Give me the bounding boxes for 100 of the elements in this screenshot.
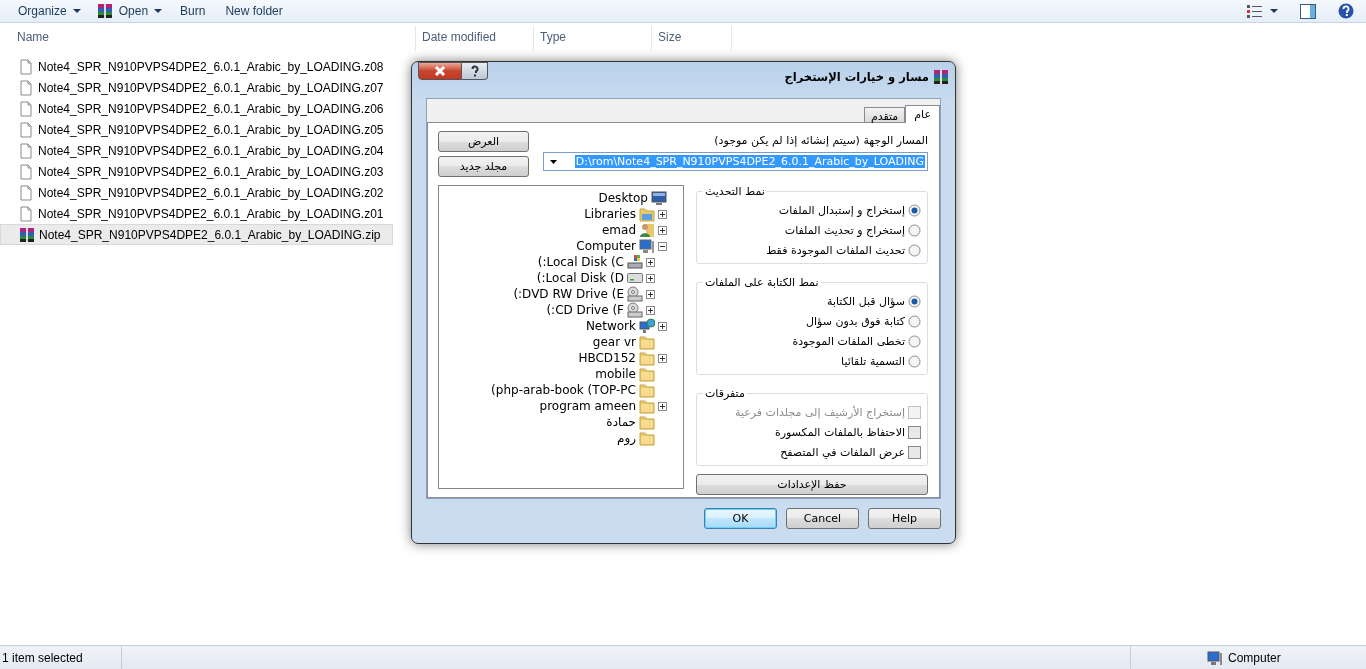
dialog-title: مسار و خيارات الإستخراج [784, 69, 929, 84]
dropdown-arrow-icon [154, 9, 163, 13]
option-label: تحديث الملفات الموجودة فقط [766, 243, 905, 257]
file-icon [18, 163, 34, 180]
field-label: المسار الوجهة (سيتم إنشائه إذا لم يكن موجود) [713, 134, 928, 147]
toolbar-button[interactable]: Burn [170, 0, 216, 22]
expand-icon[interactable] [646, 305, 655, 315]
expand-icon[interactable] [658, 225, 667, 235]
preview-pane-icon[interactable] [1300, 3, 1316, 19]
file-row[interactable]: Note4_SPR_N910PVPS4DPE2_6.0.1_Arabic_by_LOADING.z07 [0, 77, 393, 98]
drive-icon [627, 270, 643, 286]
dialog-button[interactable]: العرض [438, 131, 529, 152]
expand-icon[interactable] [658, 353, 667, 363]
tree-item[interactable]: program ameen [539, 399, 636, 413]
file-icon [18, 142, 34, 159]
toolbar-button[interactable]: Organize [10, 0, 89, 22]
status-text: 1 item selected [0, 646, 122, 669]
tree-item[interactable]: HBCD152 [578, 351, 636, 365]
file-row[interactable]: Note4_SPR_N910PVPS4DPE2_6.0.1_Arabic_by_LOADING.z01 [0, 203, 393, 224]
toolbar-button[interactable]: Open [88, 0, 171, 22]
radio-on[interactable] [908, 203, 921, 217]
tree-item[interactable]: (php-arab-book (TOP-PC [491, 383, 636, 397]
close-icon [434, 66, 446, 76]
column-header[interactable]: Size [658, 30, 682, 44]
expand-icon[interactable] [658, 321, 667, 331]
tree-item[interactable]: gear vr [592, 335, 636, 349]
file-name: Note4_SPR_N910PVPS4DPE2_6.0.1_Arabic_by_LOADING.z07 [38, 80, 384, 95]
file-row[interactable]: Note4_SPR_N910PVPS4DPE2_6.0.1_Arabic_by_LOADING.z06 [0, 98, 393, 119]
expand-icon[interactable] [658, 401, 667, 411]
help-icon [470, 65, 479, 77]
collapse-icon[interactable] [658, 241, 667, 251]
dropdown-arrow-icon [72, 9, 81, 13]
folder-icon [639, 398, 655, 414]
file-row[interactable]: Note4_SPR_N910PVPS4DPE2_6.0.1_Arabic_by_LOADING.z08 [0, 56, 393, 77]
folder-icon [639, 414, 655, 430]
save-settings-button[interactable]: حفظ الإعدادات [696, 474, 928, 495]
tree-item[interactable]: Libraries [584, 207, 636, 221]
file-row[interactable]: Note4_SPR_N910PVPS4DPE2_6.0.1_Arabic_by_LOADING.z04 [0, 140, 393, 161]
radio-off[interactable] [908, 334, 921, 348]
tree-item[interactable]: (:CD Drive (F [546, 303, 624, 317]
file-icon [18, 184, 34, 201]
dropdown-arrow-icon[interactable] [1270, 9, 1278, 13]
radio-off[interactable] [908, 354, 921, 368]
option-label: عرض الملفات في المتصفح [780, 445, 905, 459]
column-header[interactable]: Name [17, 30, 49, 44]
expand-icon[interactable] [646, 289, 655, 299]
drive-icon [627, 254, 643, 270]
tree-item[interactable]: emad [601, 223, 636, 237]
option-label: سؤال قبل الكتابة [827, 294, 905, 308]
option-label: كتابة فوق بدون سؤال [806, 314, 905, 328]
tree-item[interactable]: (:Local Disk (C [537, 255, 624, 269]
checkbox[interactable] [908, 425, 921, 439]
dialog-button[interactable]: Help [868, 508, 941, 529]
tree-item[interactable]: (:DVD RW Drive (E [513, 287, 624, 301]
archive-icon [19, 226, 35, 243]
radio-off[interactable] [908, 223, 921, 237]
file-row[interactable]: Note4_SPR_N910PVPS4DPE2_6.0.1_Arabic_by_LOADING.zip [0, 224, 393, 245]
disc-drive-icon [627, 286, 643, 302]
checkbox[interactable] [908, 445, 921, 459]
expand-icon[interactable] [658, 209, 667, 219]
computer-icon [1207, 650, 1223, 665]
dialog-button[interactable]: Cancel [786, 508, 859, 529]
expand-icon[interactable] [646, 257, 655, 267]
file-name: Note4_SPR_N910PVPS4DPE2_6.0.1_Arabic_by_LOADING.z02 [38, 185, 384, 200]
help-button[interactable] [462, 62, 488, 80]
option-label: التسمية تلقائيا [841, 354, 905, 368]
network-icon [639, 318, 655, 334]
help-icon[interactable] [1338, 3, 1354, 19]
file-row[interactable]: Note4_SPR_N910PVPS4DPE2_6.0.1_Arabic_by_LOADING.z03 [0, 161, 393, 182]
file-row[interactable]: Note4_SPR_N910PVPS4DPE2_6.0.1_Arabic_by_LOADING.z02 [0, 182, 393, 203]
file-name: Note4_SPR_N910PVPS4DPE2_6.0.1_Arabic_by_LOADING.z03 [38, 164, 384, 179]
tree-item[interactable]: روم [616, 431, 636, 445]
dialog-button[interactable]: OK [704, 508, 777, 529]
folder-icon [639, 350, 655, 366]
disc-drive-icon [627, 302, 643, 318]
option-label: تخطى الملفات الموجودة [792, 334, 905, 348]
tab[interactable]: متقدم [863, 107, 906, 122]
radio-off[interactable] [908, 314, 921, 328]
folder-icon [639, 382, 655, 398]
tree-item[interactable]: Network [585, 319, 636, 333]
file-icon [18, 79, 34, 96]
tab[interactable]: عام [905, 105, 940, 123]
tree-item[interactable]: Desktop [598, 191, 648, 205]
column-header[interactable]: Date modified [422, 30, 497, 44]
expand-icon[interactable] [646, 273, 655, 283]
file-row[interactable]: Note4_SPR_N910PVPS4DPE2_6.0.1_Arabic_by_LOADING.z05 [0, 119, 393, 140]
close-button[interactable] [418, 62, 462, 80]
dialog-button[interactable]: مجلد جديد [438, 156, 529, 177]
toolbar-button[interactable]: New folder [215, 0, 293, 22]
radio-off[interactable] [908, 243, 921, 257]
option-label: الاحتفاظ بالملفات المكسورة [775, 425, 905, 439]
column-header[interactable]: Type [540, 30, 566, 44]
tree-item[interactable]: Computer [576, 239, 636, 253]
group-title: متفرقات [704, 387, 746, 400]
view-list-icon[interactable] [1247, 4, 1262, 18]
tree-item[interactable]: حمادة [606, 415, 636, 429]
folder-icon [639, 206, 655, 222]
tree-item[interactable]: mobile [595, 367, 636, 381]
radio-on[interactable] [908, 294, 921, 308]
tree-item[interactable]: (:Local Disk (D [536, 271, 624, 285]
